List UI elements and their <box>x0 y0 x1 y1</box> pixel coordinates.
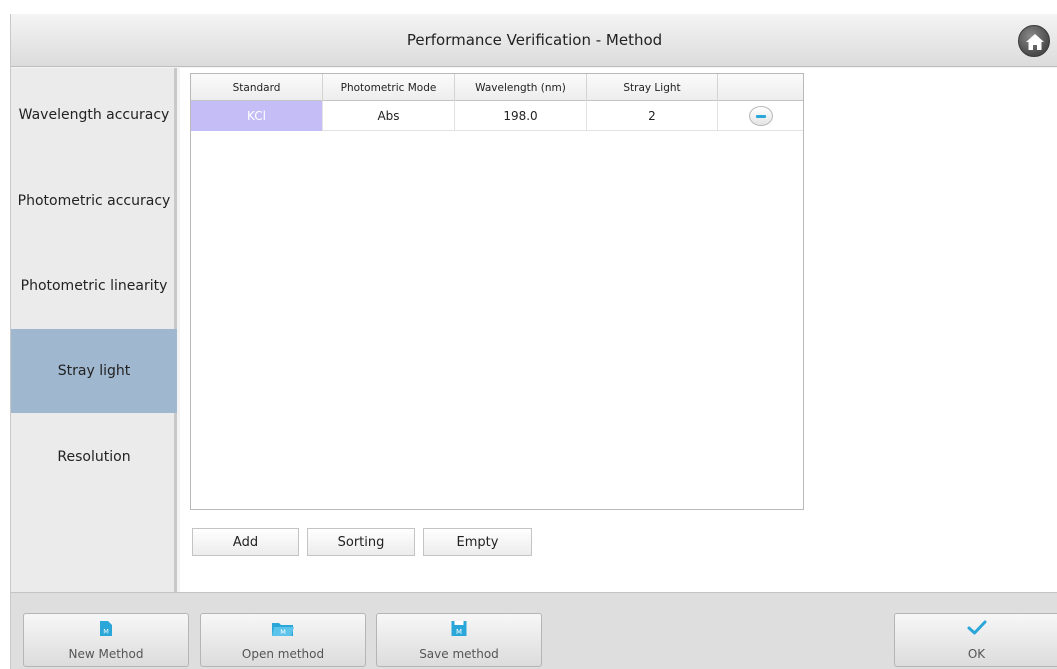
open-method-label: Open method <box>241 647 325 661</box>
column-header-standard[interactable]: Standard <box>191 74 323 101</box>
save-method-button[interactable]: M Save method <box>376 613 542 667</box>
minus-icon <box>755 114 766 118</box>
add-button[interactable]: Add <box>192 528 299 556</box>
column-header-wavelength[interactable]: Wavelength (nm) <box>455 74 587 101</box>
cell-remove <box>718 101 803 131</box>
open-method-button[interactable]: M Open method <box>200 613 366 667</box>
bottom-toolbar: M New Method M Open method M Save method <box>11 592 1057 669</box>
new-method-icon: M <box>100 621 112 636</box>
sidebar-item-photometric-accuracy[interactable]: Photometric accuracy <box>11 159 177 243</box>
title-bar: Performance Verification - Method <box>11 14 1057 67</box>
sidebar-item-photometric-linearity[interactable]: Photometric linearity <box>11 244 177 328</box>
sidebar-item-stray-light[interactable]: Stray light <box>11 329 177 413</box>
column-header-stray-light[interactable]: Stray Light <box>587 74 718 101</box>
cell-wavelength[interactable]: 198.0 <box>455 101 587 131</box>
open-method-icon: M <box>272 623 294 636</box>
save-method-label: Save method <box>419 647 499 661</box>
sidebar-item-label: Stray light <box>57 363 131 379</box>
empty-button[interactable]: Empty <box>423 528 532 556</box>
new-method-button[interactable]: M New Method <box>23 613 189 667</box>
sidebar-item-resolution[interactable]: Resolution <box>11 415 177 499</box>
table-row[interactable]: KCl Abs 198.0 2 <box>191 101 803 131</box>
home-icon <box>1026 34 1044 50</box>
cell-photometric-mode[interactable]: Abs <box>323 101 455 131</box>
new-method-label: New Method <box>68 647 144 661</box>
window-title: Performance Verification - Method <box>406 31 663 49</box>
ok-label: OK <box>967 647 986 661</box>
svg-text:M: M <box>456 628 462 636</box>
sidebar-item-label: Wavelength accuracy <box>18 107 170 123</box>
svg-text:M: M <box>103 628 109 636</box>
remove-row-button[interactable] <box>748 106 773 126</box>
table-header: Standard Photometric Mode Wavelength (nm… <box>191 74 803 101</box>
ok-button[interactable]: OK <box>894 613 1057 667</box>
svg-text:M: M <box>280 628 286 636</box>
sorting-button[interactable]: Sorting <box>307 528 415 556</box>
home-button[interactable] <box>1018 25 1050 57</box>
sidebar-item-label: Photometric linearity <box>20 278 168 294</box>
sidebar-item-wavelength-accuracy[interactable]: Wavelength accuracy <box>11 73 177 157</box>
method-table: Standard Photometric Mode Wavelength (nm… <box>190 73 804 510</box>
cell-stray-light[interactable]: 2 <box>587 101 718 131</box>
main-content: Standard Photometric Mode Wavelength (nm… <box>180 68 1057 592</box>
sidebar-item-label: Photometric accuracy <box>17 193 171 209</box>
sidebar-item-label: Resolution <box>57 449 131 465</box>
column-header-photometric-mode[interactable]: Photometric Mode <box>323 74 455 101</box>
cell-standard[interactable]: KCl <box>191 101 323 131</box>
app-window: Performance Verification - Method Wavele… <box>10 14 1057 669</box>
sidebar: Wavelength accuracy Photometric accuracy… <box>11 68 177 592</box>
checkmark-icon <box>967 620 986 635</box>
column-header-actions <box>718 74 803 101</box>
save-method-icon: M <box>451 621 467 636</box>
